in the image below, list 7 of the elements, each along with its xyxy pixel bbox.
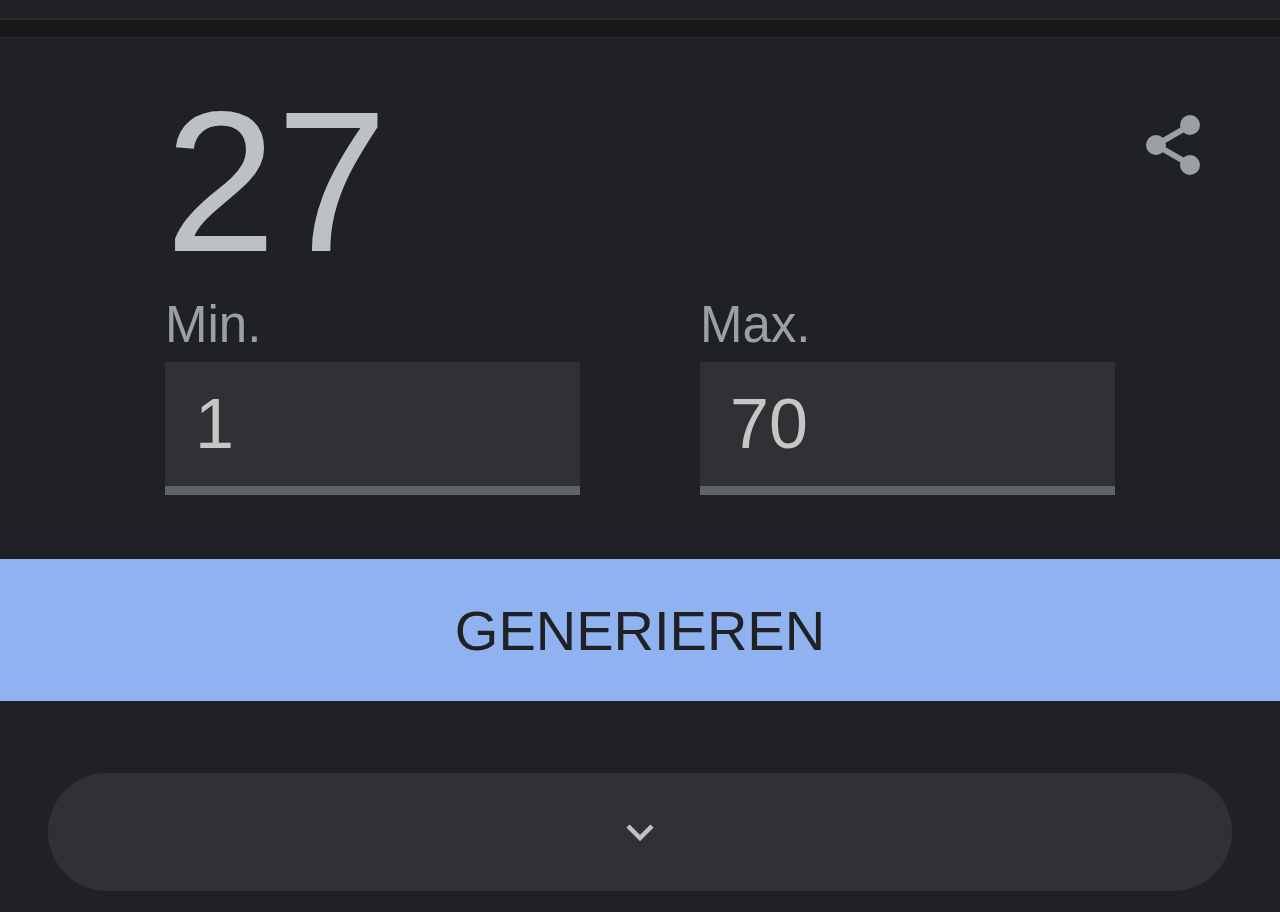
- input-field[interactable]: 70: [700, 362, 1115, 495]
- generate-button[interactable]: GENERIEREN: [0, 559, 1280, 701]
- input-field[interactable]: 1: [165, 362, 580, 495]
- share-icon[interactable]: [1146, 115, 1200, 175]
- result-number: 27: [165, 82, 388, 282]
- field-label: Min.: [165, 299, 262, 350]
- field-label: Max.: [700, 299, 811, 350]
